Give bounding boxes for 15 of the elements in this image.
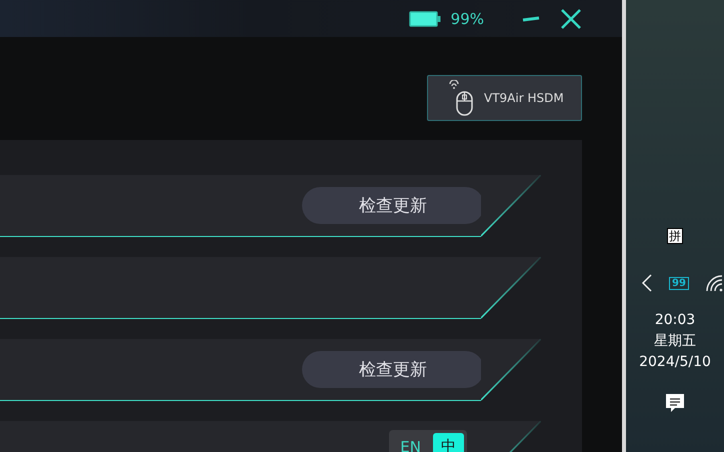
check-update-button[interactable]: 检查更新 xyxy=(302,351,484,388)
input-method-indicator[interactable]: 拼 xyxy=(667,228,683,244)
battery-icon xyxy=(408,10,441,26)
clock[interactable]: 20:03 星期五 2024/5/10 xyxy=(639,310,711,373)
notification-icon[interactable] xyxy=(665,393,685,413)
row-slanted-edge xyxy=(481,257,541,319)
wifi-icon[interactable] xyxy=(704,274,723,292)
battery-percentage: 99% xyxy=(450,10,484,28)
device-button[interactable]: VT9Air HSDM xyxy=(427,75,582,121)
chevron-left-icon[interactable] xyxy=(641,274,654,292)
check-update-button[interactable]: 检查更新 xyxy=(302,187,484,224)
wireless-mouse-icon xyxy=(448,80,474,116)
language-option[interactable]: EN xyxy=(392,433,429,452)
close-icon[interactable] xyxy=(560,8,582,30)
battery-indicator[interactable]: 99 xyxy=(669,276,689,290)
